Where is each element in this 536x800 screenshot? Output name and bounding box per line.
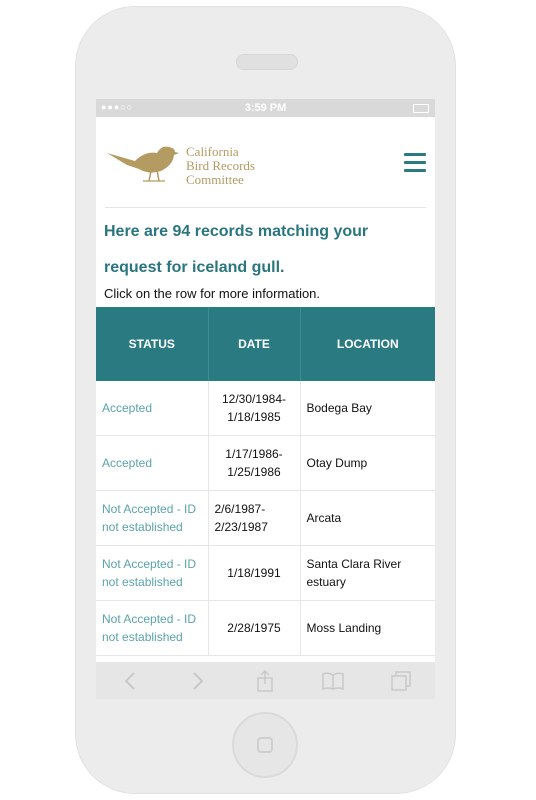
share-icon[interactable] <box>253 669 277 693</box>
logo-line-3: Committee <box>186 172 244 187</box>
table-row[interactable]: Not Accepted - ID not established 2/28/1… <box>96 600 435 656</box>
status-cell: Not Accepted - ID not established <box>96 545 209 601</box>
tabs-icon[interactable] <box>389 669 413 693</box>
bird-logo-icon[interactable] <box>105 139 181 183</box>
status-cell: Not Accepted - ID not established <box>96 490 209 546</box>
date-cell: 2/6/1987-2/23/1987 <box>208 490 301 546</box>
status-cell: Not Accepted - ID not established <box>96 600 209 656</box>
table-row[interactable]: Not Accepted - ID not established 1/18/1… <box>96 545 435 601</box>
location-cell: Arcata <box>300 490 435 546</box>
home-button[interactable] <box>232 712 298 778</box>
browser-toolbar <box>96 662 435 699</box>
result-heading: Here are 94 records matching your reques… <box>104 214 427 286</box>
date-cell: 1/17/1986-1/25/1986 <box>208 435 301 491</box>
date-cell: 12/30/1984-1/18/1985 <box>208 381 301 436</box>
status-cell: Accepted <box>96 435 209 491</box>
location-cell: Santa Clara River estuary <box>300 545 435 601</box>
instruction-text: Click on the row for more information. <box>104 286 321 301</box>
date-cell: 1/18/1991 <box>208 545 301 601</box>
status-bar: ●●●○○ 3:59 PM <box>96 99 435 117</box>
records-table: STATUS DATE LOCATION Accepted 12/30/1984… <box>96 307 435 656</box>
logo-text[interactable]: California Bird Records Committee <box>186 145 255 187</box>
column-header-date[interactable]: DATE <box>208 307 301 381</box>
bookmarks-icon[interactable] <box>321 669 345 693</box>
back-arrow-icon[interactable] <box>118 669 142 693</box>
speaker <box>236 54 298 70</box>
battery-icon <box>413 104 429 113</box>
table-row[interactable]: Accepted 1/17/1986-1/25/1986 Otay Dump <box>96 435 435 491</box>
hamburger-menu-icon[interactable] <box>404 153 426 172</box>
result-heading-line-1: Here are 94 records matching your <box>104 223 369 240</box>
table-header-row: STATUS DATE LOCATION <box>96 307 435 381</box>
column-header-location[interactable]: LOCATION <box>300 307 435 381</box>
forward-arrow-icon[interactable] <box>186 669 210 693</box>
table-row[interactable]: Not Accepted - ID not established 2/6/19… <box>96 490 435 546</box>
location-cell: Otay Dump <box>300 435 435 491</box>
signal-icon: ●●●○○ <box>101 102 134 112</box>
location-cell: Bodega Bay <box>300 381 435 436</box>
date-cell: 2/28/1975 <box>208 600 301 656</box>
column-header-status[interactable]: STATUS <box>96 307 209 381</box>
table-row[interactable]: Accepted 12/30/1984-1/18/1985 Bodega Bay <box>96 381 435 436</box>
site-header: California Bird Records Committee <box>105 117 426 208</box>
status-cell: Accepted <box>96 381 209 436</box>
location-cell: Moss Landing <box>300 600 435 656</box>
status-time: 3:59 PM <box>244 102 287 114</box>
result-heading-line-2: request for iceland gull. <box>104 259 285 276</box>
logo-line-2: Bird Records <box>186 158 255 173</box>
screen: ●●●○○ 3:59 PM California Bird Records Co… <box>96 99 435 699</box>
logo-line-1: California <box>186 144 239 159</box>
